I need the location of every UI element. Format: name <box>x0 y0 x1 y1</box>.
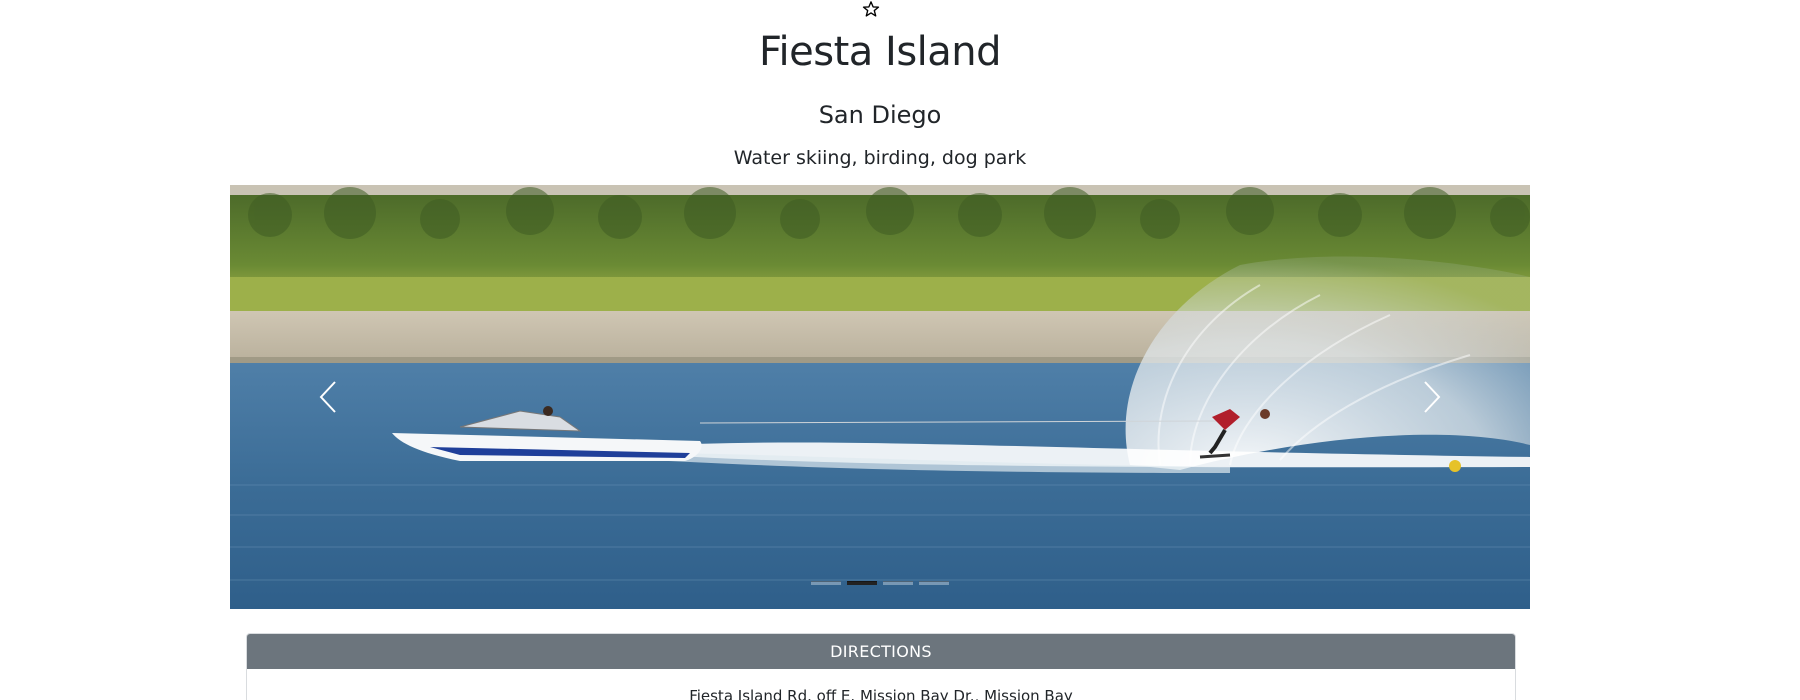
chevron-right-icon <box>1424 381 1441 413</box>
carousel-indicators <box>230 581 1530 585</box>
carousel-slide-image <box>230 185 1530 609</box>
carousel-indicator-1[interactable] <box>811 581 841 585</box>
place-activities: Water skiing, birding, dog park <box>733 147 1027 169</box>
place-header: Fiesta Island San Diego Water skiing, bi… <box>0 26 1760 171</box>
carousel-indicator-3[interactable] <box>883 581 913 585</box>
directions-card: DIRECTIONS Fiesta Island Rd. off E. Miss… <box>246 633 1516 700</box>
carousel-indicator-4[interactable] <box>919 581 949 585</box>
directions-header: DIRECTIONS <box>247 634 1515 669</box>
star-outline-icon[interactable] <box>862 0 880 18</box>
directions-text: Fiesta Island Rd. off E. Mission Bay Dr.… <box>689 687 1073 700</box>
photo-carousel <box>230 185 1530 609</box>
carousel-indicator-2[interactable] <box>847 581 877 585</box>
place-title: Fiesta Island <box>758 29 1002 75</box>
chevron-left-icon <box>319 381 336 413</box>
carousel-next-button[interactable] <box>1402 365 1462 429</box>
page: Fiesta Island San Diego Water skiing, bi… <box>0 0 1800 700</box>
place-city: San Diego <box>818 101 942 129</box>
carousel-prev-button[interactable] <box>298 365 358 429</box>
